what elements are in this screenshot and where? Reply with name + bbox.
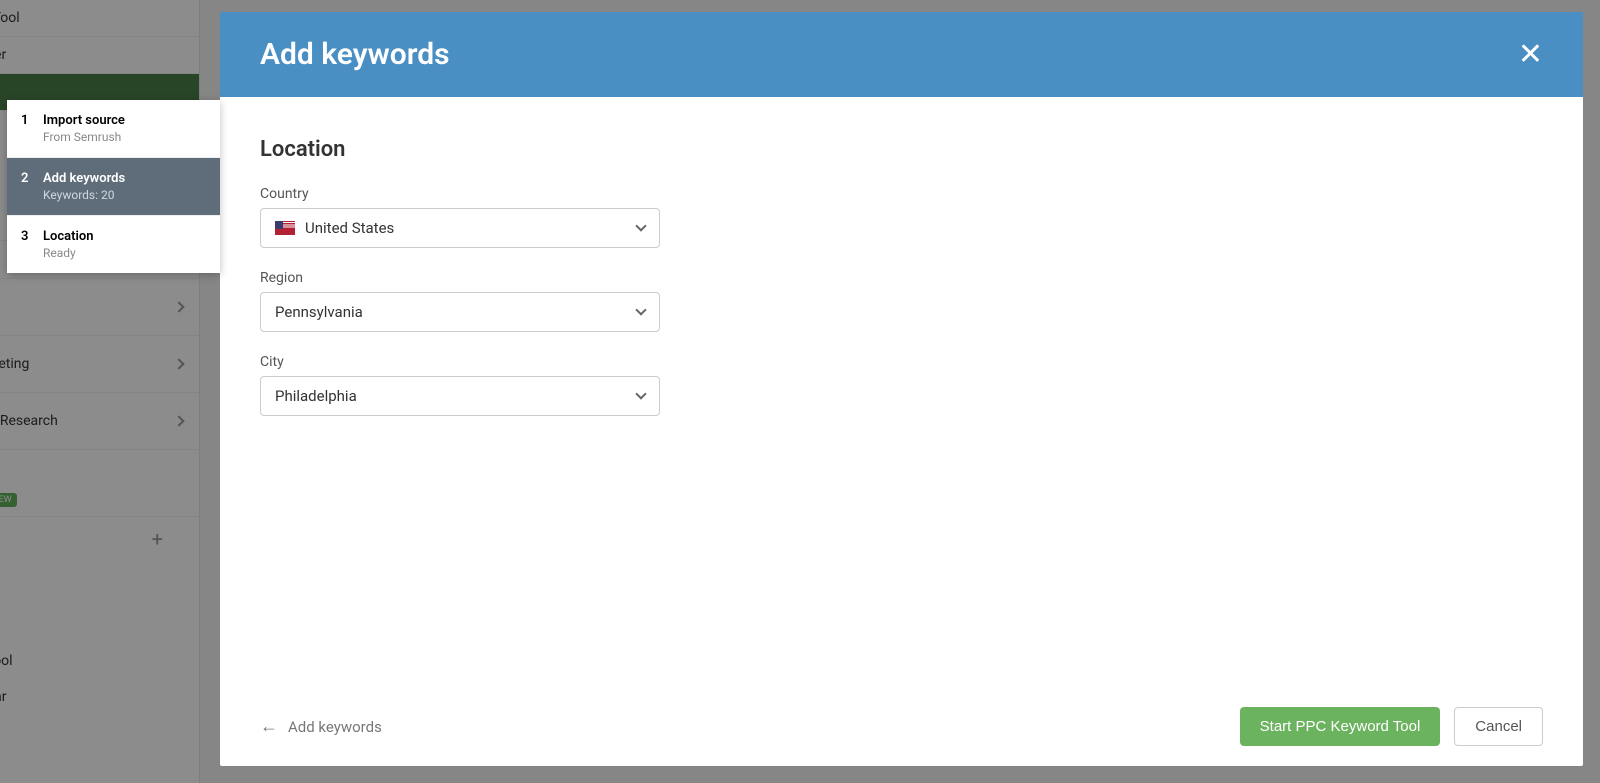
- step-location[interactable]: 3 Location Ready: [7, 216, 220, 273]
- step-number: 1: [21, 113, 43, 144]
- region-value: Pennsylvania: [275, 303, 363, 321]
- step-panel: 1 Import source From Semrush 2 Add keywo…: [7, 100, 220, 273]
- close-icon[interactable]: ✕: [1518, 37, 1543, 72]
- step-title: Import source: [43, 113, 125, 128]
- chevron-down-icon: [635, 304, 646, 315]
- location-heading: Location: [260, 137, 1543, 162]
- step-title: Add keywords: [43, 171, 125, 186]
- arrow-left-icon: ←: [260, 716, 278, 737]
- region-select[interactable]: Pennsylvania: [260, 292, 660, 332]
- step-number: 3: [21, 229, 43, 260]
- step-subtitle: Keywords: 20: [43, 188, 125, 202]
- modal-footer: ← Add keywords Start PPC Keyword Tool Ca…: [220, 687, 1583, 766]
- modal-header: Add keywords ✕: [220, 12, 1583, 97]
- region-label: Region: [260, 270, 1543, 286]
- step-import-source[interactable]: 1 Import source From Semrush: [7, 100, 220, 158]
- city-value: Philadelphia: [275, 387, 357, 405]
- step-number: 2: [21, 171, 43, 202]
- button-group: Start PPC Keyword Tool Cancel: [1240, 707, 1543, 746]
- step-subtitle: From Semrush: [43, 130, 125, 144]
- country-select[interactable]: United States: [260, 208, 660, 248]
- add-keywords-modal: Add keywords ✕ Location Country United S…: [220, 12, 1583, 766]
- chevron-down-icon: [635, 220, 646, 231]
- us-flag-icon: [275, 221, 295, 235]
- modal-title: Add keywords: [260, 37, 450, 72]
- modal-body: Location Country United States Region Pe…: [220, 97, 1583, 687]
- country-value: United States: [305, 219, 394, 237]
- back-label: Add keywords: [288, 718, 382, 736]
- back-button[interactable]: ← Add keywords: [260, 716, 382, 737]
- city-label: City: [260, 354, 1543, 370]
- step-title: Location: [43, 229, 94, 244]
- city-select[interactable]: Philadelphia: [260, 376, 660, 416]
- cancel-button[interactable]: Cancel: [1454, 707, 1543, 746]
- step-add-keywords[interactable]: 2 Add keywords Keywords: 20: [7, 158, 220, 216]
- country-label: Country: [260, 186, 1543, 202]
- step-subtitle: Ready: [43, 246, 94, 260]
- chevron-down-icon: [635, 388, 646, 399]
- start-ppc-button[interactable]: Start PPC Keyword Tool: [1240, 707, 1441, 746]
